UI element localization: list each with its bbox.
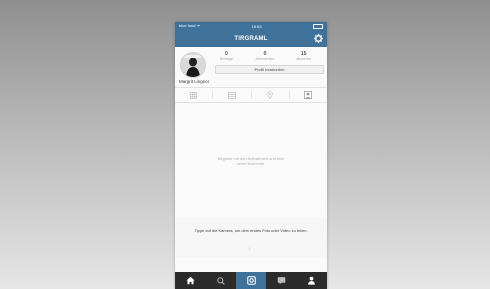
grid-icon <box>190 91 198 99</box>
profile-header: 0 Beiträge 0 Abonnenten 15 abonniert Pro… <box>175 47 327 87</box>
list-icon <box>227 91 236 99</box>
avatar[interactable] <box>180 52 206 78</box>
camera-icon <box>246 276 256 285</box>
home-icon <box>186 276 195 285</box>
tagged-icon <box>304 91 313 99</box>
bottom-tab-bar <box>175 272 327 289</box>
carrier-label: blue fund ᯤ <box>179 23 201 28</box>
profile-icon <box>308 276 316 285</box>
tab-grid[interactable] <box>175 91 214 99</box>
tab-tagged[interactable] <box>290 91 327 99</box>
page-title: TIRGRAML <box>234 35 268 42</box>
profile-stats: 0 Beiträge 0 Abonnenten 15 abonniert <box>207 51 323 61</box>
phone-screen: blue fund ᯤ 16:53 TIRGRAML 0 Beiträge 0 … <box>175 22 327 289</box>
top-navbar: TIRGRAML <box>175 30 327 47</box>
location-icon <box>267 91 273 99</box>
tabbar-profile[interactable] <box>297 272 327 289</box>
hint-message: Tippe auf die Kamera, um dein erstes Fot… <box>194 228 308 233</box>
battery-icon <box>313 23 323 29</box>
status-bar: blue fund ᯤ 16:53 <box>175 22 327 30</box>
stat-followers[interactable]: 0 Abonnenten <box>247 51 283 61</box>
stat-posts-label: Beiträge <box>219 57 233 61</box>
tabbar-camera[interactable] <box>235 272 267 289</box>
tabbar-home[interactable] <box>175 272 205 289</box>
search-icon <box>216 276 225 285</box>
gear-icon[interactable] <box>313 33 323 43</box>
arrow-down-icon: ↓ <box>248 246 251 252</box>
edit-profile-button[interactable]: Profil bearbeiten <box>215 65 324 74</box>
profile-view-tabs <box>175 87 327 103</box>
empty-message: Beginne mit den Aufnahmen und teile dein… <box>217 155 285 166</box>
activity-icon <box>277 277 286 285</box>
empty-feed: Beginne mit den Aufnahmen und teile dein… <box>175 103 327 218</box>
stat-following[interactable]: 15 abonniert <box>286 51 322 61</box>
tabbar-activity[interactable] <box>266 272 296 289</box>
tab-list[interactable] <box>213 91 252 99</box>
status-time: 16:53 <box>251 23 262 29</box>
first-post-hint: Tippe auf die Kamera, um dein erstes Fot… <box>175 218 327 258</box>
stat-followers-label: Abonnenten <box>255 57 275 61</box>
stat-following-label: abonniert <box>296 57 311 61</box>
tabbar-search[interactable] <box>205 272 235 289</box>
stat-posts[interactable]: 0 Beiträge <box>208 51 244 61</box>
username: Margrit Lingner <box>179 79 210 84</box>
tab-location[interactable] <box>252 91 290 99</box>
